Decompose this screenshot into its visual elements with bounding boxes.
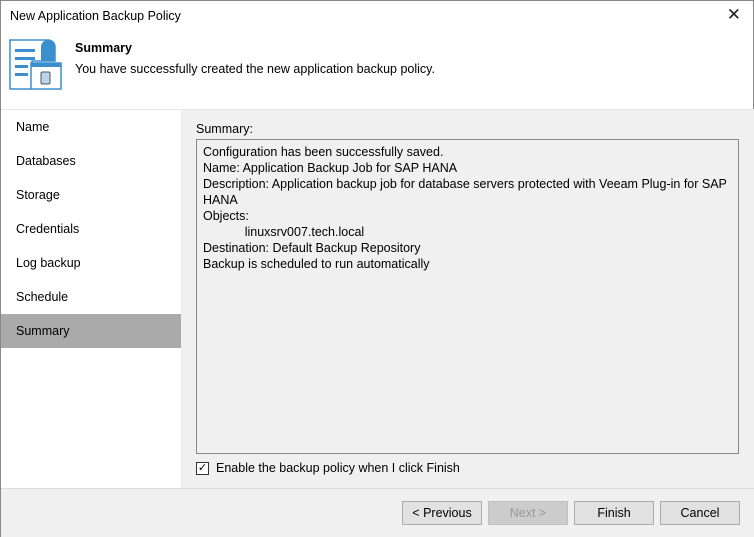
- wizard-steps: Name Databases Storage Credentials Log b…: [1, 109, 181, 488]
- step-databases[interactable]: Databases: [1, 144, 181, 178]
- step-schedule[interactable]: Schedule: [1, 280, 181, 314]
- finish-button[interactable]: Finish: [574, 501, 654, 525]
- footer: < Previous Next > Finish Cancel: [1, 488, 754, 537]
- enable-policy-label: Enable the backup policy when I click Fi…: [216, 461, 460, 475]
- previous-button[interactable]: < Previous: [402, 501, 482, 525]
- next-button[interactable]: Next >: [488, 501, 568, 525]
- close-icon[interactable]: ✕: [727, 5, 741, 25]
- summary-textbox[interactable]: Configuration has been successfully save…: [196, 139, 739, 454]
- enable-policy-checkbox[interactable]: ✓ Enable the backup policy when I click …: [196, 461, 460, 475]
- page-subtitle: You have successfully created the new ap…: [75, 62, 435, 76]
- step-name[interactable]: Name: [1, 110, 181, 144]
- step-summary[interactable]: Summary: [1, 314, 181, 348]
- checkmark-icon[interactable]: ✓: [196, 461, 209, 475]
- step-credentials[interactable]: Credentials: [1, 212, 181, 246]
- step-storage[interactable]: Storage: [1, 178, 181, 212]
- wizard-window: New Application Backup Policy ✕ Summary …: [0, 0, 754, 537]
- page-title: Summary: [75, 41, 132, 55]
- step-log-backup[interactable]: Log backup: [1, 246, 181, 280]
- window-title: New Application Backup Policy: [10, 9, 181, 23]
- policy-document-icon: [9, 39, 62, 90]
- summary-panel: Summary: Configuration has been successf…: [181, 109, 754, 488]
- summary-label: Summary:: [196, 122, 253, 136]
- cancel-button[interactable]: Cancel: [660, 501, 740, 525]
